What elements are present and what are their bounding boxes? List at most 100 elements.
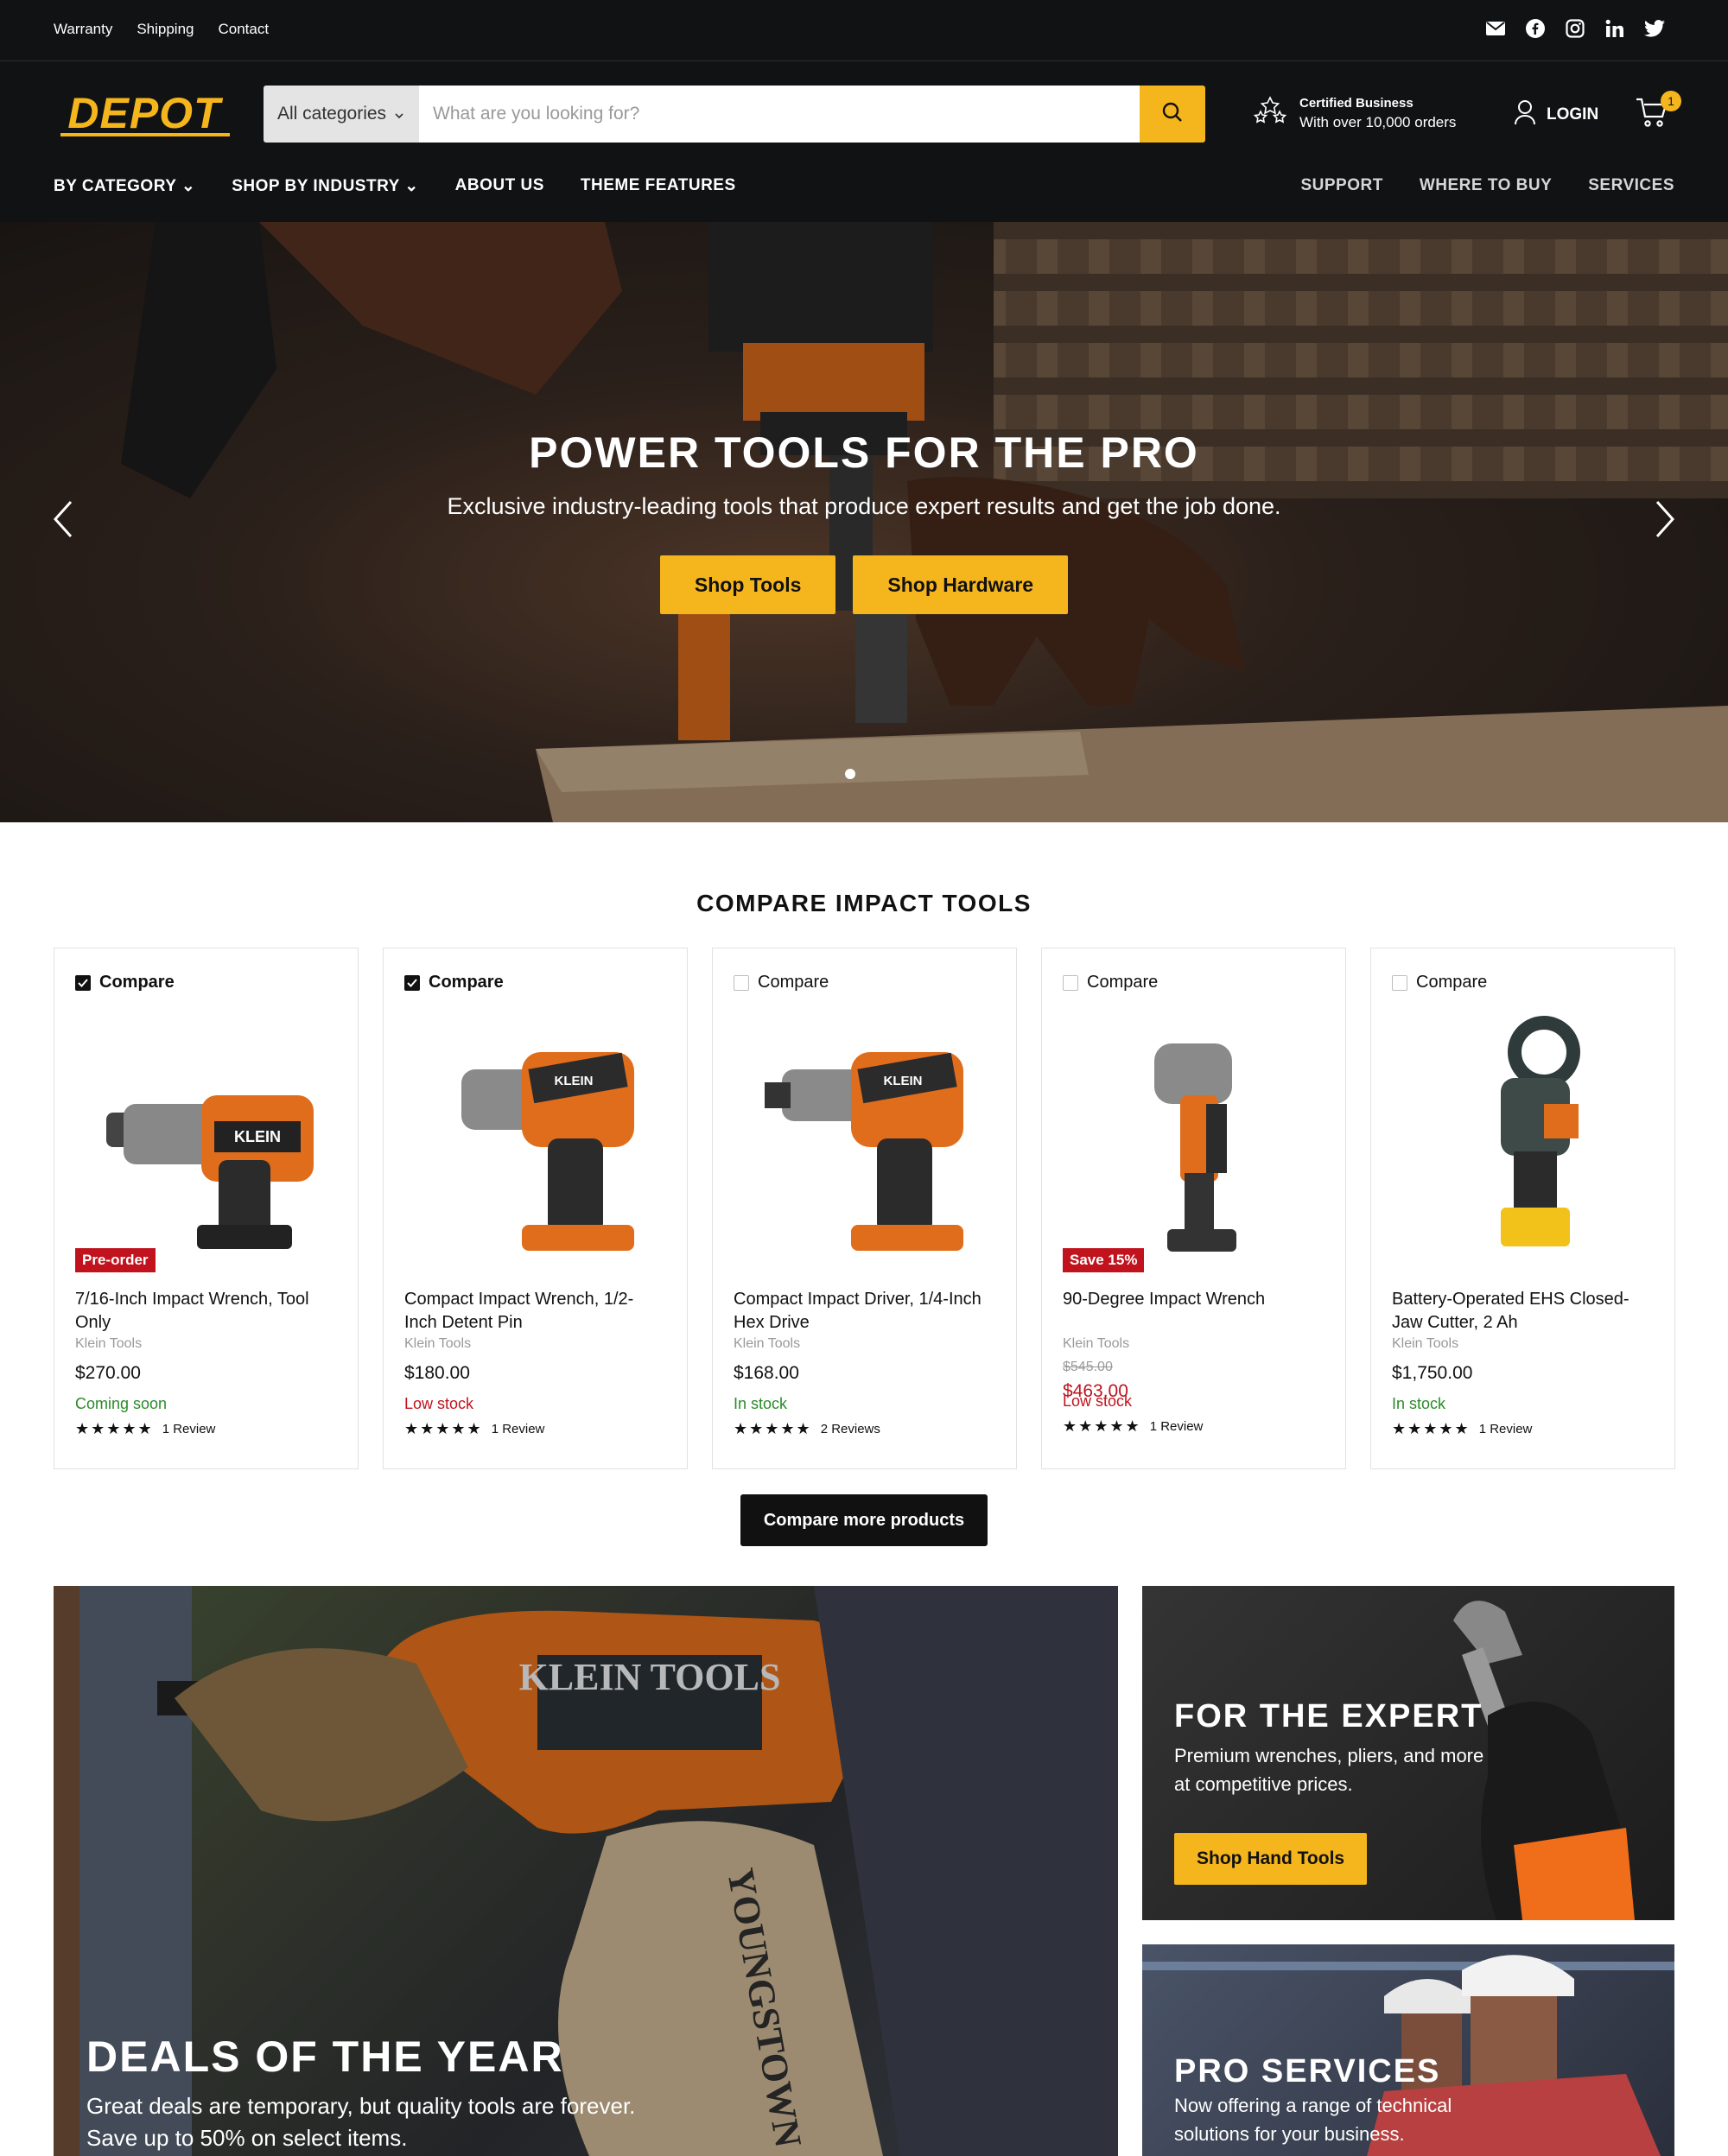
checkbox-icon — [734, 974, 749, 991]
expert-promo[interactable]: FOR THE EXPERT Premium wrenches, pliers,… — [1142, 1586, 1674, 1920]
product-image[interactable]: KLEIN — [730, 1009, 1001, 1259]
product-name[interactable]: Compact Impact Wrench, 1/2-Inch Detent P… — [404, 1288, 664, 1335]
nav-support[interactable]: SUPPORT — [1300, 176, 1382, 195]
product-price: $1,750.00 — [1392, 1363, 1473, 1383]
product-card[interactable]: Compare KLEIN Compact Impact Driver, 1/4… — [712, 948, 1017, 1469]
product-price: $270.00 — [75, 1363, 141, 1383]
hero-slideshow: POWER TOOLS FOR THE PRO Exclusive indust… — [0, 222, 1728, 822]
chevron-down-icon: ⌄ — [404, 177, 419, 195]
certified-subtitle: With over 10,000 orders — [1299, 114, 1457, 130]
pro-services-promo[interactable]: PRO SERVICES Now offering a range of tec… — [1142, 1944, 1674, 2156]
product-image[interactable] — [1059, 1009, 1330, 1259]
product-name[interactable]: 90-Degree Impact Wrench — [1063, 1288, 1322, 1311]
shop-tools-button[interactable]: Shop Tools — [659, 555, 836, 614]
nav-services[interactable]: SERVICES — [1588, 176, 1674, 195]
compare-more-button[interactable]: Compare more products — [740, 1494, 988, 1546]
star-rating-icon: ★★★★★ — [1063, 1417, 1141, 1435]
product-brand: Klein Tools — [734, 1336, 801, 1351]
product-card[interactable]: Compare KLEIN Pre-order 7/16-Inch Impact… — [54, 948, 359, 1469]
product-name[interactable]: 7/16-Inch Impact Wrench, Tool Only — [75, 1288, 334, 1335]
review-count[interactable]: 1 Review — [162, 1422, 216, 1436]
email-icon[interactable] — [1484, 17, 1507, 40]
review-count[interactable]: 1 Review — [1150, 1419, 1204, 1434]
hero-buttons: Shop Tools Shop Hardware — [0, 555, 1728, 614]
product-image[interactable]: KLEIN — [72, 1009, 342, 1259]
utility-links: Warranty Shipping Contact — [54, 21, 269, 38]
cart-button[interactable]: 1 — [1635, 91, 1681, 130]
product-name[interactable]: Compact Impact Driver, 1/4-Inch Hex Driv… — [734, 1288, 993, 1335]
stock-status: In stock — [1392, 1395, 1446, 1412]
shipping-link[interactable]: Shipping — [137, 21, 194, 38]
twitter-icon[interactable] — [1643, 17, 1666, 40]
compare-checkbox[interactable]: Compare — [734, 973, 829, 992]
category-select[interactable]: All categories — [264, 86, 419, 143]
hero-overlay — [0, 222, 1728, 822]
review-count[interactable]: 2 Reviews — [821, 1422, 880, 1436]
svg-text:KLEIN: KLEIN — [555, 1074, 594, 1088]
hero-subtitle: Exclusive industry-leading tools that pr… — [447, 493, 1281, 519]
search-input[interactable] — [419, 86, 1140, 143]
nav-theme-features[interactable]: THEME FEATURES — [581, 176, 736, 196]
compare-checkbox[interactable]: Compare — [404, 973, 504, 992]
nav-shop-by-industry-label: SHOP BY INDUSTRY — [232, 177, 400, 195]
depot-logo[interactable]: DEPOT — [54, 89, 235, 140]
star-rating-icon: ★★★★★ — [1392, 1420, 1471, 1437]
rating: ★★★★★ 1 Review — [404, 1420, 544, 1438]
logo-text: DEPOT — [67, 90, 224, 137]
chevron-right-icon[interactable] — [1650, 498, 1680, 540]
compare-checkbox[interactable]: Compare — [1392, 973, 1487, 992]
star-rating-icon: ★★★★★ — [75, 1420, 154, 1437]
chevron-down-icon — [395, 104, 403, 124]
compare-label: Compare — [758, 973, 829, 992]
shop-hardware-button[interactable]: Shop Hardware — [853, 555, 1069, 614]
product-price: $168.00 — [734, 1363, 799, 1383]
product-name[interactable]: Battery-Operated EHS Closed-Jaw Cutter, … — [1392, 1288, 1651, 1335]
search-bar: All categories — [264, 86, 1205, 143]
nav-where-to-buy[interactable]: WHERE TO BUY — [1420, 176, 1552, 195]
certified-business: Certified Business With over 10,000 orde… — [1253, 94, 1456, 133]
product-brand: Klein Tools — [75, 1336, 143, 1351]
compare-checkbox[interactable]: Compare — [1063, 973, 1158, 992]
product-brand: Klein Tools — [1063, 1336, 1130, 1351]
search-button[interactable] — [1140, 86, 1205, 143]
compare-checkbox[interactable]: Compare — [75, 973, 175, 992]
contact-link[interactable]: Contact — [219, 21, 270, 38]
linkedin-icon[interactable] — [1604, 17, 1626, 40]
login-link[interactable]: LOGIN — [1514, 99, 1598, 130]
shop-hand-tools-button[interactable]: Shop Hand Tools — [1174, 1833, 1368, 1885]
product-price: $180.00 — [404, 1363, 470, 1383]
slide-dots — [845, 769, 855, 779]
expert-text: Premium wrenches, pliers, and more at co… — [1174, 1745, 1484, 1795]
product-card[interactable]: Compare KLEIN Compact Impact Wrench, 1/2… — [383, 948, 688, 1469]
review-count[interactable]: 1 Review — [1479, 1422, 1533, 1436]
deals-text: Great deals are temporary, but quality t… — [86, 2093, 636, 2151]
stock-status: In stock — [734, 1395, 788, 1412]
product-card[interactable]: Compare Battery-Operated EHS Closed-Jaw … — [1370, 948, 1675, 1469]
product-image[interactable]: KLEIN — [401, 1009, 671, 1259]
certified-text: Certified Business With over 10,000 orde… — [1299, 96, 1456, 131]
instagram-icon[interactable] — [1564, 17, 1586, 40]
rating: ★★★★★ 2 Reviews — [734, 1420, 880, 1438]
product-image[interactable] — [1388, 1009, 1659, 1259]
nav-shop-by-industry[interactable]: SHOP BY INDUSTRY ⌄ — [232, 176, 418, 196]
product-brand: Klein Tools — [404, 1336, 472, 1351]
deals-promo[interactable]: KLEIN TOOLS YOUNGSTOWN DEALS OF THE YEAR… — [54, 1586, 1118, 2156]
hero-title: POWER TOOLS FOR THE PRO — [529, 428, 1199, 477]
compare-label: Compare — [1087, 973, 1159, 992]
nav-by-category[interactable]: BY CATEGORY ⌄ — [54, 176, 195, 196]
warranty-link[interactable]: Warranty — [54, 21, 112, 38]
search-icon — [1161, 101, 1184, 128]
compare-label: Compare — [429, 973, 504, 992]
original-price: $545.00 — [1063, 1360, 1113, 1374]
chevron-left-icon[interactable] — [48, 498, 78, 540]
slide-dot[interactable] — [845, 769, 855, 779]
product-card[interactable]: Compare Save 15% 90-Degree Impact Wrench… — [1041, 948, 1346, 1469]
cart-count-badge: 1 — [1661, 91, 1681, 111]
facebook-icon[interactable] — [1524, 17, 1547, 40]
preorder-badge: Pre-order — [75, 1248, 156, 1272]
deals-title: DEALS OF THE YEAR — [86, 2032, 564, 2081]
review-count[interactable]: 1 Review — [492, 1422, 545, 1436]
stock-status: Low stock — [1063, 1392, 1133, 1410]
nav-about-us[interactable]: ABOUT US — [455, 176, 544, 196]
star-rating-icon: ★★★★★ — [404, 1420, 483, 1437]
